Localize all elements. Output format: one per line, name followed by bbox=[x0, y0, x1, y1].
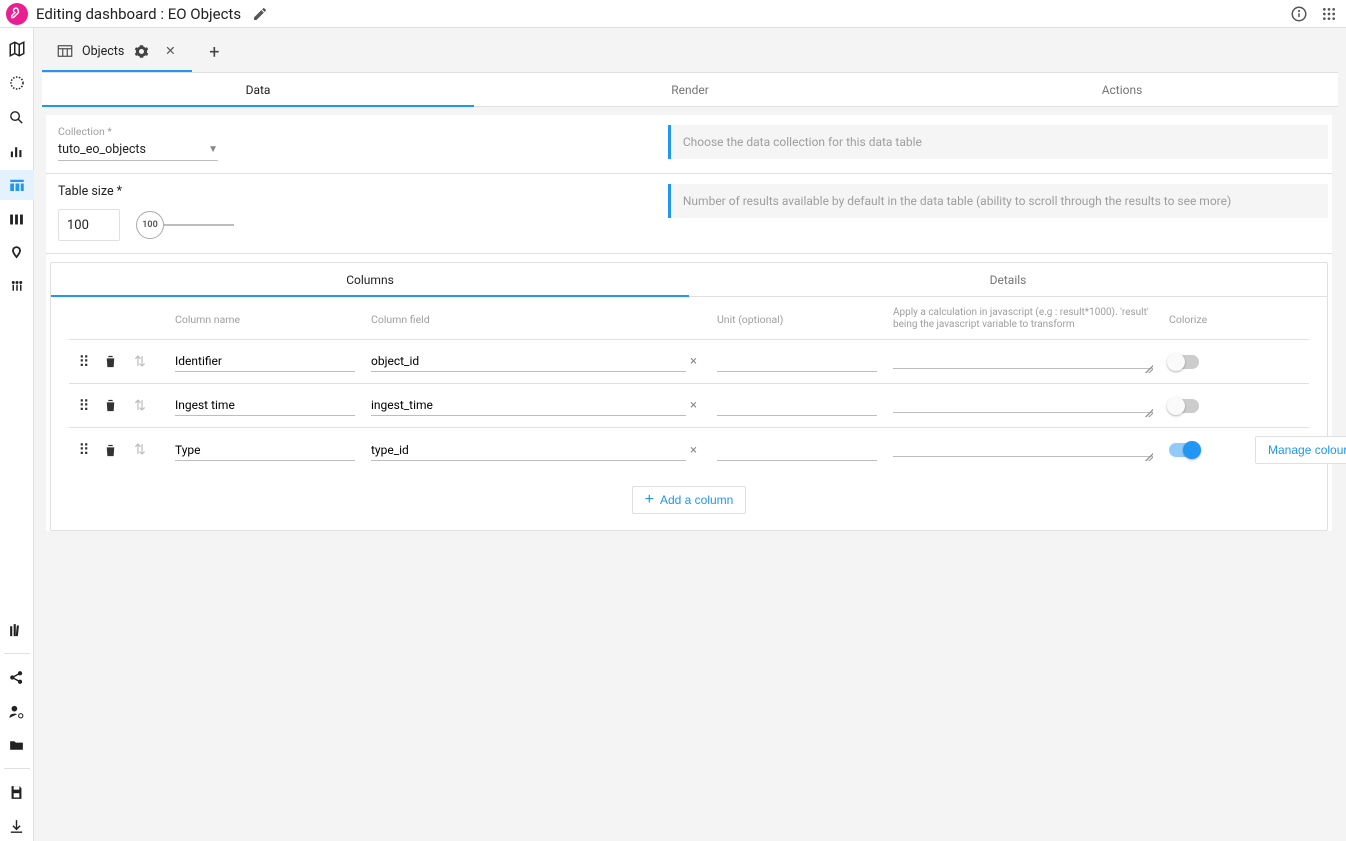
share-icon[interactable] bbox=[0, 662, 34, 692]
column-calc-input[interactable] bbox=[893, 351, 1153, 369]
tab-objects[interactable]: Objects ✕ bbox=[42, 32, 192, 72]
sort-icon[interactable]: ⇅ bbox=[131, 442, 149, 458]
page-title: Editing dashboard : EO Objects bbox=[36, 5, 241, 23]
table-size-slider[interactable]: 100 bbox=[136, 211, 234, 239]
column-unit-input[interactable] bbox=[717, 351, 877, 372]
collection-hint: Choose the data collection for this data… bbox=[668, 125, 1328, 159]
tab-settings-icon[interactable] bbox=[132, 42, 150, 60]
delete-icon[interactable] bbox=[103, 354, 121, 369]
timeline-icon[interactable] bbox=[0, 68, 34, 98]
sidebar bbox=[0, 28, 34, 841]
column-unit-input[interactable] bbox=[717, 440, 877, 461]
column-name-input[interactable] bbox=[175, 440, 355, 461]
datatable-icon[interactable] bbox=[0, 170, 34, 200]
col-header-field: Column field bbox=[371, 313, 701, 326]
subtab-actions[interactable]: Actions bbox=[906, 73, 1338, 106]
table-size-label: Table size * bbox=[58, 184, 638, 199]
clear-field-icon[interactable]: × bbox=[686, 354, 701, 369]
grid-icon[interactable] bbox=[0, 204, 34, 234]
add-tab-button[interactable]: + bbox=[194, 32, 234, 72]
config-subtabs: Data Render Actions bbox=[42, 73, 1338, 107]
column-field-input[interactable] bbox=[371, 395, 686, 416]
collection-label: Collection * bbox=[58, 125, 638, 138]
columns-tab[interactable]: Columns bbox=[51, 263, 689, 296]
sort-icon[interactable]: ⇅ bbox=[131, 398, 149, 414]
tab-table-icon bbox=[56, 42, 74, 60]
col-header-colorize: Colorize bbox=[1169, 313, 1239, 326]
column-calc-input[interactable] bbox=[893, 439, 1153, 457]
folder-icon[interactable] bbox=[0, 730, 34, 760]
app-header: Editing dashboard : EO Objects bbox=[0, 0, 1346, 28]
search-icon[interactable] bbox=[0, 102, 34, 132]
delete-icon[interactable] bbox=[103, 398, 121, 413]
info-icon[interactable] bbox=[1288, 3, 1310, 25]
clear-field-icon[interactable]: × bbox=[686, 443, 701, 458]
col-header-unit: Unit (optional) bbox=[717, 313, 877, 326]
tab-close-icon[interactable]: ✕ bbox=[162, 43, 178, 59]
swimlane-icon[interactable] bbox=[0, 238, 34, 268]
clear-field-icon[interactable]: × bbox=[686, 398, 701, 413]
colorize-toggle[interactable] bbox=[1169, 399, 1199, 413]
col-header-name: Column name bbox=[175, 313, 355, 326]
add-column-button[interactable]: + Add a column bbox=[632, 486, 747, 514]
delete-icon[interactable] bbox=[103, 443, 121, 458]
sort-icon[interactable]: ⇅ bbox=[131, 354, 149, 370]
app-logo-icon bbox=[6, 3, 28, 25]
save-icon[interactable] bbox=[0, 777, 34, 807]
column-name-input[interactable] bbox=[175, 351, 355, 372]
map-icon[interactable] bbox=[0, 34, 34, 64]
column-row: ⠿ ⇅ × Manage colours bbox=[69, 428, 1309, 472]
user-settings-icon[interactable] bbox=[0, 696, 34, 726]
details-tab[interactable]: Details bbox=[689, 263, 1327, 296]
column-row: ⠿ ⇅ × bbox=[69, 384, 1309, 428]
column-field-input[interactable] bbox=[371, 440, 686, 461]
metrics-icon[interactable] bbox=[0, 136, 34, 166]
apps-icon[interactable] bbox=[1318, 3, 1340, 25]
drag-handle-icon[interactable]: ⠿ bbox=[75, 441, 93, 459]
column-name-input[interactable] bbox=[175, 395, 355, 416]
edit-title-icon[interactable] bbox=[249, 3, 271, 25]
tabbar: Objects ✕ + bbox=[34, 28, 1346, 72]
table-size-input[interactable]: 100 bbox=[58, 209, 120, 241]
col-header-calc: Apply a calculation in javascript (e.g :… bbox=[893, 307, 1153, 331]
library-icon[interactable] bbox=[0, 615, 34, 645]
subtab-render[interactable]: Render bbox=[474, 73, 906, 106]
manage-colours-button[interactable]: Manage colours bbox=[1255, 436, 1346, 464]
drag-handle-icon[interactable]: ⠿ bbox=[75, 397, 93, 415]
column-calc-input[interactable] bbox=[893, 395, 1153, 413]
colorize-toggle[interactable] bbox=[1169, 443, 1199, 457]
column-field-input[interactable] bbox=[371, 351, 686, 372]
tab-label: Objects bbox=[82, 44, 124, 59]
people-icon[interactable] bbox=[0, 272, 34, 302]
column-unit-input[interactable] bbox=[717, 395, 877, 416]
column-row: ⠿ ⇅ × bbox=[69, 340, 1309, 384]
table-size-hint: Number of results available by default i… bbox=[668, 184, 1328, 218]
chevron-down-icon: ▼ bbox=[208, 144, 218, 155]
subtab-data[interactable]: Data bbox=[42, 73, 474, 106]
collection-select[interactable]: tuto_eo_objects ▼ bbox=[58, 140, 218, 161]
drag-handle-icon[interactable]: ⠿ bbox=[75, 353, 93, 371]
colorize-toggle[interactable] bbox=[1169, 355, 1199, 369]
download-icon[interactable] bbox=[0, 811, 34, 841]
